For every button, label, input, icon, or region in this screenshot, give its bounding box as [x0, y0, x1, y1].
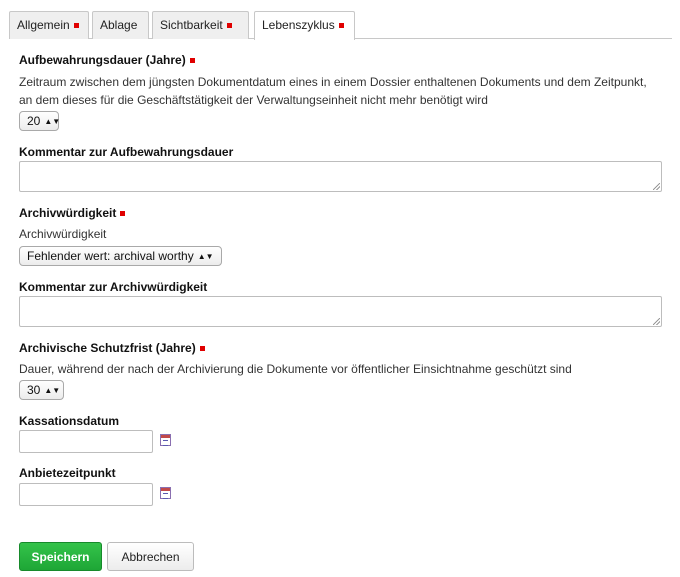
- required-marker-icon: [226, 23, 232, 28]
- tab-allgemein[interactable]: Allgemein: [9, 11, 89, 39]
- cassation-date-input[interactable]: [19, 430, 153, 453]
- protection-select-value: 30: [27, 383, 41, 397]
- archival-comment-textarea[interactable]: [19, 296, 662, 327]
- tab-bar: Allgemein Ablage Sichtbarkeit Lebenszykl…: [9, 11, 672, 40]
- archival-select[interactable]: Fehlender wert: archival worthy ▲▼: [19, 246, 222, 266]
- offer-date-input[interactable]: [19, 483, 153, 506]
- resize-grip-icon[interactable]: [653, 183, 660, 190]
- retention-label-text: Aufbewahrungsdauer (Jahre): [19, 53, 186, 67]
- archival-label: Archivwürdigkeit: [19, 206, 126, 220]
- retention-comment-textarea[interactable]: [19, 161, 662, 192]
- required-marker-icon: [199, 346, 205, 351]
- save-button[interactable]: Speichern: [19, 542, 102, 571]
- tab-sichtbarkeit[interactable]: Sichtbarkeit: [152, 11, 249, 39]
- retention-comment-label: Kommentar zur Aufbewahrungsdauer: [19, 145, 234, 159]
- protection-help: Dauer, während der nach der Archivierung…: [19, 362, 572, 376]
- retention-help-line2: an dem dieses für die Geschäftstätigkeit…: [19, 93, 488, 107]
- tab-ablage[interactable]: Ablage: [92, 11, 149, 39]
- calendar-icon[interactable]: [160, 487, 171, 499]
- required-marker-icon: [338, 23, 344, 28]
- tab-lebenszyklus[interactable]: Lebenszyklus: [254, 11, 355, 40]
- archival-comment-label: Kommentar zur Archivwürdigkeit: [19, 280, 208, 294]
- archival-select-value: Fehlender wert: archival worthy: [27, 249, 194, 263]
- select-arrows-icon: ▲▼: [44, 386, 61, 395]
- select-arrows-icon: ▲▼: [44, 117, 61, 126]
- resize-grip-icon[interactable]: [653, 318, 660, 325]
- retention-select-value: 20: [27, 114, 41, 128]
- select-arrows-icon: ▲▼: [197, 252, 214, 261]
- tab-label: Ablage: [100, 18, 138, 32]
- archival-label-text: Archivwürdigkeit: [19, 206, 117, 220]
- protection-select[interactable]: 30 ▲▼: [19, 380, 64, 400]
- tab-label: Lebenszyklus: [262, 18, 335, 32]
- retention-select[interactable]: 20 ▲▼: [19, 111, 61, 131]
- required-marker-icon: [73, 23, 79, 28]
- protection-label: Archivische Schutzfrist (Jahre): [19, 341, 205, 355]
- retention-label: Aufbewahrungsdauer (Jahre): [19, 53, 195, 67]
- tab-label: Sichtbarkeit: [160, 18, 223, 32]
- cancel-button[interactable]: Abbrechen: [107, 542, 194, 571]
- calendar-icon[interactable]: [160, 434, 171, 446]
- cassation-label: Kassationsdatum: [19, 414, 120, 428]
- tab-label: Allgemein: [17, 18, 70, 32]
- offer-label: Anbietezeitpunkt: [19, 466, 116, 480]
- protection-label-text: Archivische Schutzfrist (Jahre): [19, 341, 196, 355]
- required-marker-icon: [189, 58, 195, 63]
- required-marker-icon: [120, 211, 126, 216]
- retention-help-line1: Zeitraum zwischen dem jüngsten Dokumentd…: [19, 75, 647, 89]
- archival-help: Archivwürdigkeit: [19, 227, 107, 241]
